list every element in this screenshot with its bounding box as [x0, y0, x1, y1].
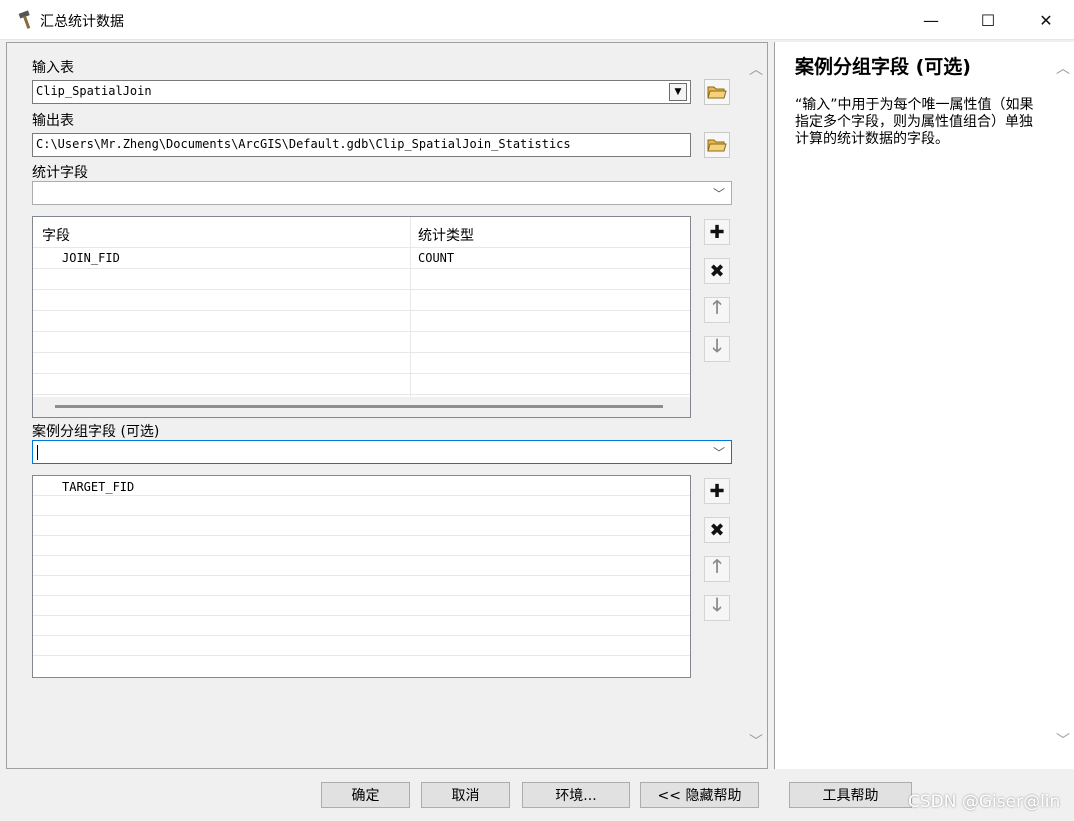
- text-cursor: [37, 445, 38, 460]
- window-title: 汇总统计数据: [40, 14, 124, 30]
- tool-help-button[interactable]: 工具帮助: [789, 782, 912, 808]
- horizontal-scrollbar[interactable]: [33, 397, 690, 417]
- folder-open-icon[interactable]: [704, 132, 730, 158]
- stat-fields-label: 统计字段: [32, 165, 88, 181]
- table-row[interactable]: [33, 311, 690, 332]
- input-table-label: 输入表: [32, 60, 74, 76]
- chevron-down-icon[interactable]: ﹀: [709, 441, 729, 463]
- help-text: “输入”中用于为每个唯一属性值（如果指定多个字段，则为属性值组合）单独计算的统计…: [795, 97, 1034, 147]
- parameters-panel: 输入表 Clip_SpatialJoin ▼ 输出表 C:\Users\Mr.Z…: [6, 42, 768, 769]
- table-row[interactable]: [33, 374, 690, 395]
- minimize-button[interactable]: —: [908, 0, 954, 40]
- grid-header: 字段 统计类型: [33, 217, 690, 248]
- stat-fields-grid: 字段 统计类型 JOIN_FID COUNT: [32, 216, 691, 418]
- list-item[interactable]: [33, 536, 690, 556]
- list-item[interactable]: [33, 576, 690, 596]
- maximize-button[interactable]: ☐: [965, 0, 1011, 40]
- output-table-field[interactable]: C:\Users\Mr.Zheng\Documents\ArcGIS\Defau…: [32, 133, 691, 157]
- plus-icon[interactable]: ✚: [704, 478, 730, 504]
- case-field-label: 案例分组字段 (可选): [32, 424, 160, 440]
- arrow-down-icon[interactable]: 🡓: [704, 336, 730, 362]
- ok-button[interactable]: 确定: [321, 782, 410, 808]
- list-item[interactable]: [33, 596, 690, 616]
- list-item[interactable]: [33, 556, 690, 576]
- column-header-type[interactable]: 统计类型: [418, 225, 474, 245]
- hammer-icon: [16, 10, 36, 30]
- list-item[interactable]: [33, 616, 690, 636]
- output-table-label: 输出表: [32, 113, 74, 129]
- table-row[interactable]: [33, 353, 690, 374]
- list-item[interactable]: [33, 636, 690, 656]
- folder-open-icon[interactable]: [704, 79, 730, 105]
- row-field-cell[interactable]: JOIN_FID: [62, 251, 120, 265]
- scroll-down-icon[interactable]: ﹀: [1053, 730, 1073, 750]
- row-type-cell[interactable]: COUNT: [418, 251, 454, 265]
- help-panel: 案例分组字段 (可选) “输入”中用于为每个唯一属性值（如果指定多个字段，则为属…: [774, 42, 1074, 769]
- list-item-label[interactable]: TARGET_FID: [62, 480, 134, 494]
- table-row[interactable]: [33, 332, 690, 353]
- dropdown-arrow-icon[interactable]: ▼: [669, 83, 687, 101]
- scroll-up-icon[interactable]: ︿: [1053, 58, 1073, 78]
- title-bar: 汇总统计数据 — ☐ ✕: [0, 0, 1074, 40]
- cancel-button[interactable]: 取消: [421, 782, 510, 808]
- hide-help-button[interactable]: << 隐藏帮助: [640, 782, 759, 808]
- watermark: CSDN @Giser@lin: [908, 792, 1061, 812]
- table-row[interactable]: [33, 290, 690, 311]
- list-item[interactable]: TARGET_FID: [33, 476, 690, 496]
- plus-icon[interactable]: ✚: [704, 219, 730, 245]
- arrow-up-icon[interactable]: 🡑: [704, 556, 730, 582]
- environments-button[interactable]: 环境...: [522, 782, 630, 808]
- x-icon[interactable]: ✖: [704, 517, 730, 543]
- help-title: 案例分组字段 (可选): [795, 56, 971, 78]
- scroll-down-icon[interactable]: ﹀: [746, 731, 766, 751]
- scroll-up-icon[interactable]: ︿: [746, 59, 766, 79]
- arrow-up-icon[interactable]: 🡑: [704, 297, 730, 323]
- list-item[interactable]: [33, 496, 690, 516]
- chevron-down-icon[interactable]: ﹀: [709, 182, 729, 204]
- input-table-field[interactable]: Clip_SpatialJoin: [32, 80, 691, 104]
- table-row[interactable]: JOIN_FID COUNT: [33, 248, 690, 269]
- column-header-field[interactable]: 字段: [42, 225, 70, 245]
- list-item[interactable]: [33, 516, 690, 536]
- stat-fields-combo[interactable]: ﹀: [32, 181, 732, 205]
- case-fields-list: TARGET_FID: [32, 475, 691, 678]
- x-icon[interactable]: ✖: [704, 258, 730, 284]
- arrow-down-icon[interactable]: 🡓: [704, 595, 730, 621]
- table-row[interactable]: [33, 269, 690, 290]
- scrollbar-thumb[interactable]: [55, 405, 663, 408]
- case-field-combo[interactable]: ﹀: [32, 440, 732, 464]
- close-button[interactable]: ✕: [1023, 0, 1069, 40]
